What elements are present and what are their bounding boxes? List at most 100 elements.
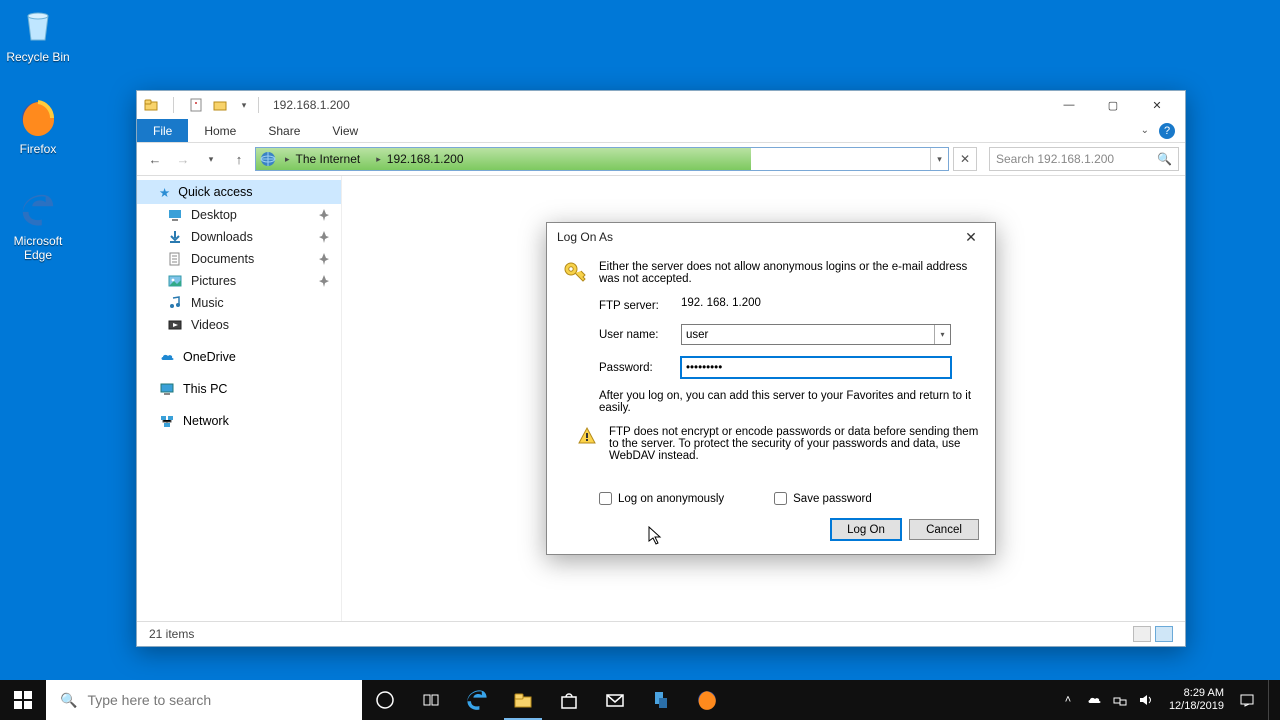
password-label: Password:: [599, 362, 669, 374]
edge-icon: [18, 190, 58, 230]
dialog-message-3: FTP does not encrypt or encode passwords…: [609, 426, 979, 462]
search-input[interactable]: Search 192.168.1.200 🔍: [989, 147, 1179, 171]
file-explorer-window: ▾ 192.168.1.200 — ▢ ✕ File Home Share Vi…: [136, 90, 1186, 647]
taskbar-explorer-icon[interactable]: [500, 680, 546, 720]
search-icon: 🔍: [60, 692, 77, 709]
tab-share[interactable]: Share: [252, 119, 316, 142]
chevron-right-icon: ▸: [376, 154, 381, 165]
help-icon[interactable]: ?: [1159, 123, 1175, 139]
taskbar-search-input[interactable]: 🔍 Type here to search: [46, 680, 362, 720]
tab-file[interactable]: File: [137, 119, 188, 142]
tab-home[interactable]: Home: [188, 119, 252, 142]
minimize-button[interactable]: —: [1047, 91, 1091, 119]
nav-up-button[interactable]: ↑: [227, 147, 251, 171]
password-input[interactable]: [681, 357, 951, 378]
desktop-icon-firefox[interactable]: Firefox: [2, 98, 74, 156]
nav-forward-button[interactable]: →: [171, 147, 195, 171]
thispc-icon: [159, 381, 175, 397]
breadcrumb-host[interactable]: 192.168.1.200: [387, 152, 464, 166]
username-combo[interactable]: user ▾: [681, 324, 951, 345]
tray-onedrive-icon[interactable]: [1085, 691, 1103, 709]
tab-view[interactable]: View: [316, 119, 374, 142]
taskbar-app-icon[interactable]: [638, 680, 684, 720]
action-center-icon[interactable]: [1238, 691, 1256, 709]
system-tray: ˄ 8:29 AM 12/18/2019: [1053, 680, 1280, 720]
tray-network-icon[interactable]: [1111, 691, 1129, 709]
firefox-icon: [18, 98, 58, 138]
tray-chevron-up-icon[interactable]: ˄: [1059, 691, 1077, 709]
globe-ftp-icon: [259, 150, 277, 168]
new-folder-icon[interactable]: [212, 97, 228, 113]
pin-icon: [317, 274, 331, 288]
status-bar: 21 items: [137, 621, 1185, 646]
sidebar-item-pictures[interactable]: Pictures: [137, 270, 341, 292]
sidebar-quick-access[interactable]: ★ Quick access: [137, 180, 341, 204]
sidebar-item-videos[interactable]: Videos: [137, 314, 341, 336]
tray-volume-icon[interactable]: [1137, 691, 1155, 709]
taskbar-edge-icon[interactable]: [454, 680, 500, 720]
sidebar-item-network[interactable]: Network: [137, 410, 341, 432]
taskbar-store-icon[interactable]: [546, 680, 592, 720]
show-desktop-button[interactable]: [1268, 680, 1274, 720]
sidebar-item-this-pc[interactable]: This PC: [137, 378, 341, 400]
address-bar[interactable]: ▸The Internet ▸192.168.1.200 ▾: [255, 147, 949, 171]
warning-icon: [577, 426, 597, 446]
close-button[interactable]: ✕: [1135, 91, 1179, 119]
network-icon: [159, 413, 175, 429]
dialog-close-button[interactable]: ✕: [957, 223, 985, 251]
view-icons-button[interactable]: [1155, 626, 1173, 642]
dialog-message-2: After you log on, you can add this serve…: [599, 390, 979, 414]
sidebar-item-documents[interactable]: Documents: [137, 248, 341, 270]
desktop-icon-edge[interactable]: Microsoft Edge: [2, 190, 74, 262]
taskbar: 🔍 Type here to search ˄ 8:29 AM 12/18/20…: [0, 680, 1280, 720]
start-button[interactable]: [0, 680, 46, 720]
breadcrumb-internet[interactable]: The Internet: [296, 152, 361, 166]
nav-recent-dropdown[interactable]: ▾: [199, 147, 223, 171]
sidebar-item-downloads[interactable]: Downloads: [137, 226, 341, 248]
nav-back-button[interactable]: ←: [143, 147, 167, 171]
pin-icon: [317, 208, 331, 222]
desktop-icon-label: Firefox: [2, 142, 74, 156]
pin-icon: [317, 230, 331, 244]
ribbon-collapse-icon[interactable]: ⌄: [1141, 125, 1149, 136]
navigation-row: ← → ▾ ↑ ▸The Internet ▸192.168.1.200 ▾ ✕…: [137, 143, 1185, 176]
logon-button[interactable]: Log On: [831, 519, 901, 540]
taskbar-mail-icon[interactable]: [592, 680, 638, 720]
chevron-down-icon[interactable]: ▾: [934, 325, 950, 344]
view-details-button[interactable]: [1133, 626, 1151, 642]
properties-icon[interactable]: [188, 97, 204, 113]
task-view-button[interactable]: [362, 680, 408, 720]
onedrive-icon: [159, 349, 175, 365]
checkbox-save-password[interactable]: Save password: [774, 492, 872, 505]
dialog-titlebar[interactable]: Log On As ✕: [547, 223, 995, 251]
ftp-server-value: 192. 168. 1.200: [681, 297, 761, 309]
star-icon: ★: [159, 185, 170, 200]
sidebar-item-desktop[interactable]: Desktop: [137, 204, 341, 226]
videos-icon: [167, 317, 183, 333]
content-pane: Log On As ✕ Either the server does not a…: [342, 176, 1185, 621]
maximize-button[interactable]: ▢: [1091, 91, 1135, 119]
music-icon: [167, 295, 183, 311]
pin-icon: [317, 252, 331, 266]
desktop-icon: [167, 207, 183, 223]
ribbon-tabs: File Home Share View ⌄ ?: [137, 119, 1185, 143]
downloads-icon: [167, 229, 183, 245]
cancel-button[interactable]: Cancel: [909, 519, 979, 540]
desktop-icon-label: Recycle Bin: [2, 50, 74, 64]
recycle-bin-icon: [18, 6, 58, 46]
tray-clock[interactable]: 8:29 AM 12/18/2019: [1169, 687, 1224, 713]
ftp-server-label: FTP server:: [599, 297, 669, 312]
stop-button[interactable]: ✕: [953, 147, 977, 171]
sidebar-item-onedrive[interactable]: OneDrive: [137, 346, 341, 368]
taskbar-search-placeholder: Type here to search: [87, 692, 211, 708]
qat-dropdown-icon[interactable]: ▾: [236, 97, 252, 113]
checkbox-anonymous[interactable]: Log on anonymously: [599, 492, 724, 505]
desktop-icon-recycle-bin[interactable]: Recycle Bin: [2, 6, 74, 64]
window-titlebar[interactable]: ▾ 192.168.1.200 — ▢ ✕: [137, 91, 1185, 119]
logon-dialog: Log On As ✕ Either the server does not a…: [546, 222, 996, 555]
cortana-button[interactable]: [408, 680, 454, 720]
sidebar-item-music[interactable]: Music: [137, 292, 341, 314]
desktop-icon-label: Microsoft Edge: [2, 234, 74, 262]
taskbar-firefox-icon[interactable]: [684, 680, 730, 720]
address-dropdown-icon[interactable]: ▾: [930, 148, 948, 170]
